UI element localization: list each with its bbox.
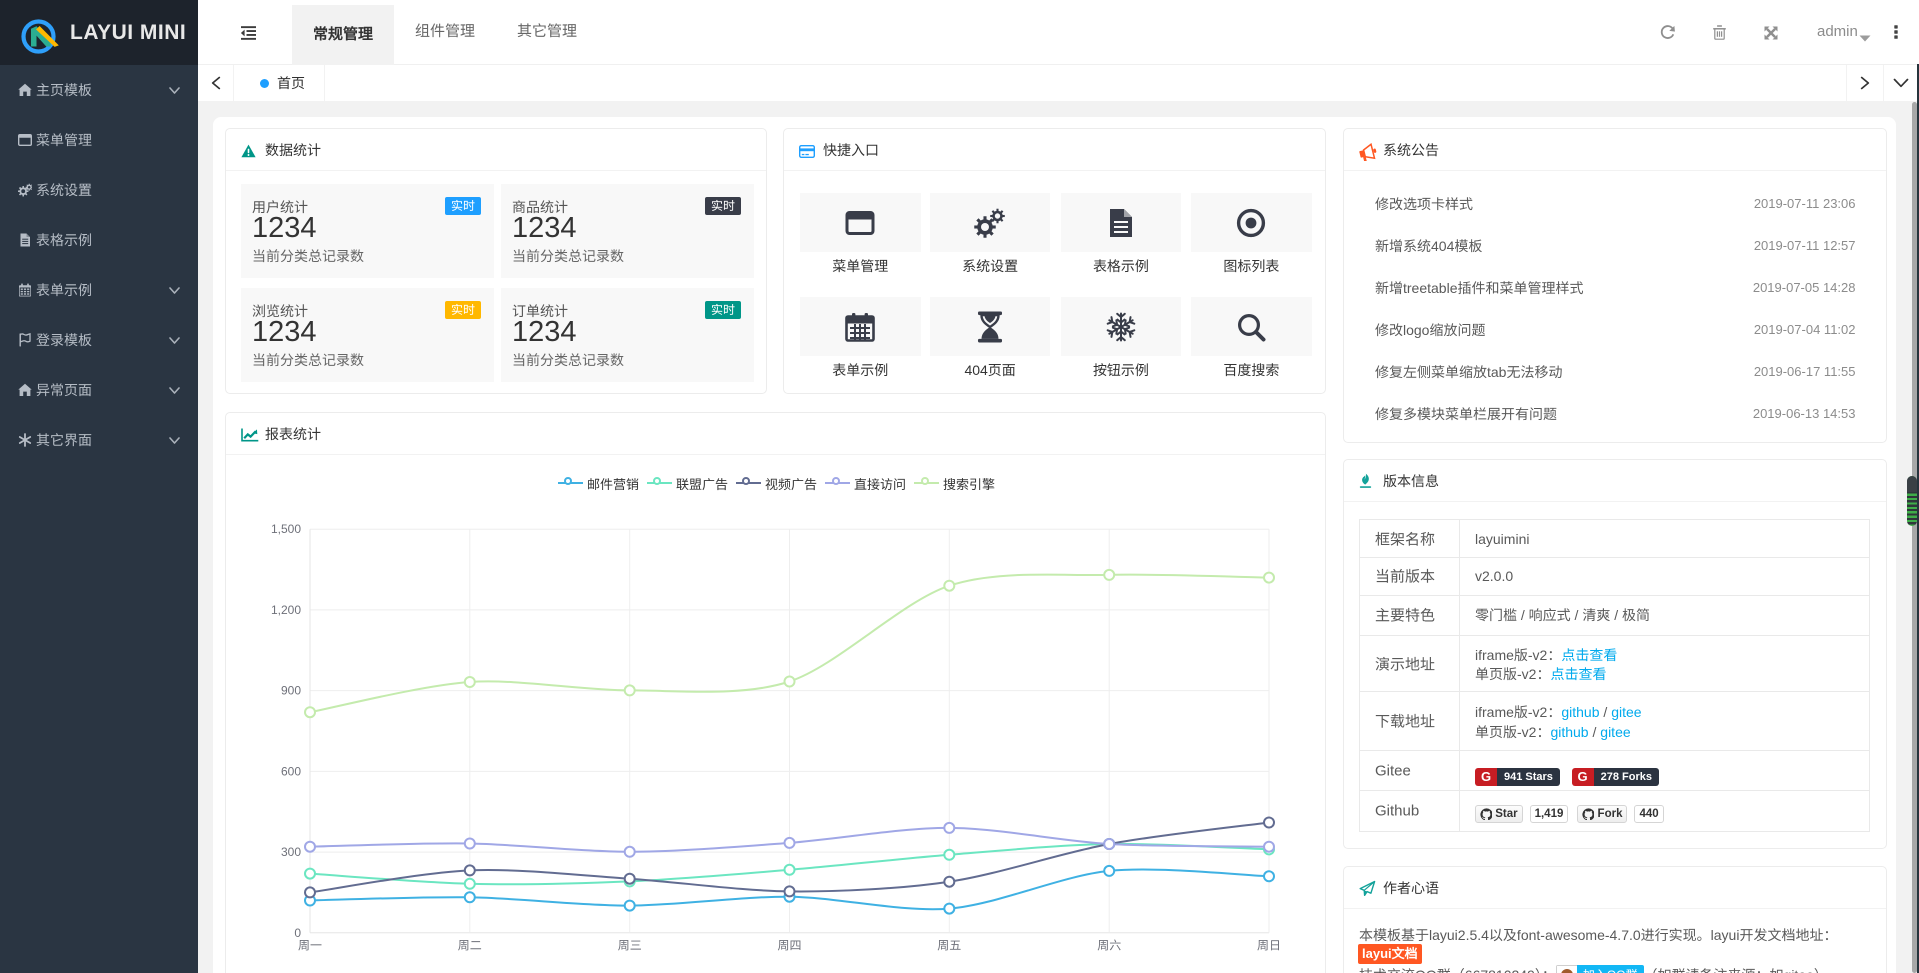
svg-text:1,500: 1,500 xyxy=(271,522,301,536)
svg-text:1,200: 1,200 xyxy=(271,602,301,616)
svg-text:周四: 周四 xyxy=(777,938,801,952)
svg-text:周一: 周一 xyxy=(298,938,322,952)
svg-text:周二: 周二 xyxy=(458,938,482,952)
svg-text:900: 900 xyxy=(281,683,301,697)
svg-text:周五: 周五 xyxy=(937,938,961,952)
svg-text:周日: 周日 xyxy=(1257,938,1281,952)
svg-text:600: 600 xyxy=(281,764,301,778)
svg-text:周三: 周三 xyxy=(618,938,642,952)
svg-text:300: 300 xyxy=(281,845,301,859)
svg-text:周六: 周六 xyxy=(1097,938,1121,952)
